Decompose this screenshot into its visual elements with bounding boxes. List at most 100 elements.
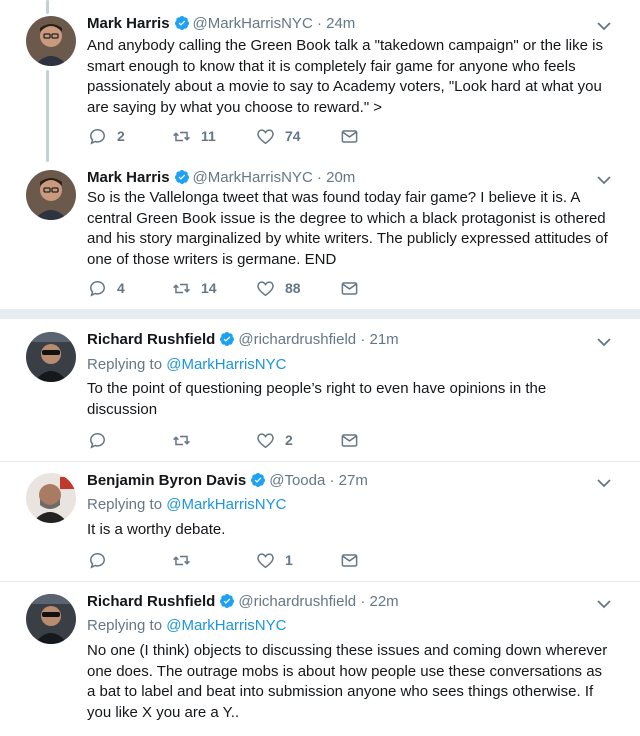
reply-count: 4 xyxy=(117,280,125,296)
tweet-time[interactable]: · 20m xyxy=(317,169,355,186)
like-count: 74 xyxy=(285,128,301,144)
dm-button[interactable] xyxy=(340,126,359,146)
tweet-actions: 2 xyxy=(88,430,388,450)
avatar[interactable] xyxy=(26,16,76,66)
reply-button[interactable]: 4 xyxy=(88,278,125,298)
like-button[interactable]: 1 xyxy=(256,550,293,570)
tweet-text: So is the Vallelonga tweet that was foun… xyxy=(87,189,608,268)
retweet-button[interactable]: 11 xyxy=(172,126,216,146)
tweet-time[interactable]: · 24m xyxy=(317,15,355,32)
tweet-header: Benjamin Byron Davis @Tooda · 27m xyxy=(87,471,368,491)
verified-badge-icon xyxy=(220,594,235,608)
verified-badge-icon xyxy=(174,170,189,184)
replying-to: Replying to @MarkHarrisNYC xyxy=(87,616,286,636)
tweet-header: Mark Harris @MarkHarrisNYC · 20m xyxy=(87,168,355,188)
replying-to: Replying to @MarkHarrisNYC xyxy=(87,495,286,515)
tweet-header: Richard Rushfield @richardrushfield · 21m xyxy=(87,330,399,350)
envelope-icon xyxy=(341,281,358,295)
avatar[interactable] xyxy=(26,473,76,523)
reply-button[interactable] xyxy=(88,430,117,450)
author-handle[interactable]: @richardrushfield xyxy=(238,593,356,610)
thread-line xyxy=(46,70,49,162)
retweet-icon xyxy=(173,435,190,445)
tweet-text: It is a worthy debate. xyxy=(87,521,226,538)
retweet-button[interactable]: 14 xyxy=(172,278,217,298)
replying-to-link[interactable]: @MarkHarrisNYC xyxy=(166,356,286,373)
author-name[interactable]: Benjamin Byron Davis xyxy=(87,472,246,489)
author-handle[interactable]: @MarkHarrisNYC xyxy=(193,15,313,32)
chevron-down-icon[interactable] xyxy=(596,334,612,350)
tweet-time[interactable]: · 21m xyxy=(360,331,398,348)
thread-divider xyxy=(0,309,640,319)
replying-label: Replying to xyxy=(87,496,163,513)
reply-count: 2 xyxy=(117,128,125,144)
like-count: 2 xyxy=(285,432,293,448)
reply-icon xyxy=(90,432,105,449)
chevron-down-icon[interactable] xyxy=(596,172,612,188)
heart-icon xyxy=(257,280,274,296)
heart-icon xyxy=(257,552,274,568)
tweet-header: Richard Rushfield @richardrushfield · 22m xyxy=(87,592,399,612)
author-handle[interactable]: @Tooda xyxy=(269,472,325,489)
tweet-4[interactable]: Benjamin Byron Davis @Tooda · 27m Replyin… xyxy=(0,471,640,579)
replying-label: Replying to xyxy=(87,356,163,373)
tweet-3[interactable]: Richard Rushfield @richardrushfield · 21m… xyxy=(0,330,640,458)
retweet-button[interactable] xyxy=(172,550,201,570)
author-name[interactable]: Richard Rushfield xyxy=(87,593,215,610)
author-handle[interactable]: @MarkHarrisNYC xyxy=(193,169,313,186)
tweet-time[interactable]: · 22m xyxy=(360,593,398,610)
tweet-actions: 1 xyxy=(88,550,388,570)
like-button[interactable]: 88 xyxy=(256,278,301,298)
retweet-icon xyxy=(173,283,190,293)
author-handle[interactable]: @richardrushfield xyxy=(238,331,356,348)
avatar[interactable] xyxy=(26,332,76,382)
like-button[interactable]: 2 xyxy=(256,430,293,450)
reply-button[interactable]: 2 xyxy=(88,126,125,146)
dm-button[interactable] xyxy=(340,430,359,450)
tweet-2[interactable]: Mark Harris @MarkHarrisNYC · 20m So is th… xyxy=(0,168,640,308)
tweet-5[interactable]: Richard Rushfield @richardrushfield · 22m… xyxy=(0,592,640,736)
tweet-1[interactable]: Mark Harris @MarkHarrisNYC · 24m And anyb… xyxy=(0,14,640,162)
chevron-down-icon[interactable] xyxy=(596,475,612,491)
avatar[interactable] xyxy=(26,170,76,220)
reply-button[interactable] xyxy=(88,550,117,570)
retweet-button[interactable] xyxy=(172,430,201,450)
envelope-icon xyxy=(341,553,358,567)
thread-line-top xyxy=(46,0,49,14)
chevron-down-icon[interactable] xyxy=(596,18,612,34)
replying-to-link[interactable]: @MarkHarrisNYC xyxy=(166,617,286,634)
reply-icon xyxy=(90,552,105,569)
tweet-divider xyxy=(0,581,640,582)
like-count: 88 xyxy=(285,280,301,296)
tweet-actions: 4 14 88 xyxy=(88,278,388,298)
verified-badge-icon xyxy=(220,332,235,346)
like-count: 1 xyxy=(285,552,293,568)
replying-label: Replying to xyxy=(87,617,163,634)
replying-to: Replying to @MarkHarrisNYC xyxy=(87,355,286,375)
envelope-icon xyxy=(341,129,358,143)
tweet-divider xyxy=(0,461,640,462)
reply-icon xyxy=(90,128,105,145)
retweet-icon xyxy=(173,131,190,141)
tweet-text: To the point of questioning people’s rig… xyxy=(87,380,547,418)
retweet-icon xyxy=(173,555,190,565)
dm-button[interactable] xyxy=(340,278,359,298)
replying-to-link[interactable]: @MarkHarrisNYC xyxy=(166,496,286,513)
verified-badge-icon xyxy=(251,473,266,487)
tweet-time[interactable]: · 27m xyxy=(330,472,368,489)
retweet-count: 11 xyxy=(201,128,216,144)
author-name[interactable]: Richard Rushfield xyxy=(87,331,215,348)
dm-button[interactable] xyxy=(340,550,359,570)
author-name[interactable]: Mark Harris xyxy=(87,15,170,32)
chevron-down-icon[interactable] xyxy=(596,596,612,612)
tweet-text: No one (I think) objects to discussing t… xyxy=(87,642,608,721)
tweet-header: Mark Harris @MarkHarrisNYC · 24m xyxy=(87,14,355,34)
avatar[interactable] xyxy=(26,594,76,644)
retweet-count: 14 xyxy=(201,280,217,296)
tweet-actions: 2 11 74 xyxy=(88,126,388,146)
reply-icon xyxy=(90,280,105,297)
like-button[interactable]: 74 xyxy=(256,126,301,146)
heart-icon xyxy=(257,128,274,144)
tweet-text: And anybody calling the Green Book talk … xyxy=(87,37,603,116)
author-name[interactable]: Mark Harris xyxy=(87,169,170,186)
